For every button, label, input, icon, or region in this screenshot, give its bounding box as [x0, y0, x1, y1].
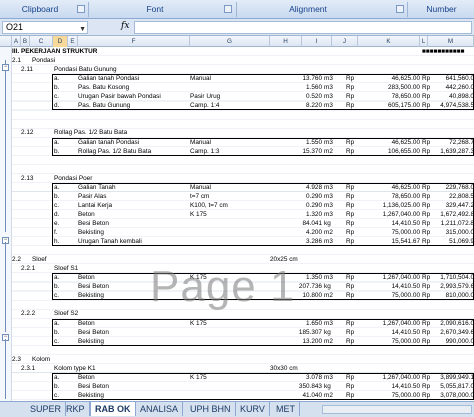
column-header-k[interactable]: K — [358, 36, 420, 47]
table-row: 2.3 Kolom — [12, 355, 474, 364]
tab-analisa[interactable]: ANALISA — [136, 402, 184, 416]
subgroup-number[interactable]: 2.13 — [21, 174, 51, 183]
dimension-note[interactable]: 30x30 cm — [270, 364, 322, 373]
alignment-launcher-icon[interactable] — [396, 5, 404, 13]
table-row — [12, 346, 474, 355]
table-row: 2.11 Pondasi Batu Gunung — [12, 65, 474, 74]
tab-rab-ok[interactable]: RAB OK — [90, 402, 136, 416]
sheet-tab-bar: SUPER RKP RAB OK ANALISA UPH BHN KURV ME… — [0, 401, 474, 417]
column-header-l[interactable]: L — [420, 36, 428, 47]
column-header-f[interactable]: F — [78, 36, 190, 47]
subgroup-number[interactable]: 2.2.2 — [21, 309, 51, 318]
font-launcher-icon[interactable] — [224, 5, 232, 13]
ribbon-group-clipboard[interactable]: Clipboard — [0, 3, 80, 16]
column-header-a[interactable]: A — [12, 36, 21, 47]
column-header-m[interactable]: M — [428, 36, 474, 47]
fill-marker: ■■■■■■■■■■■ — [422, 48, 465, 55]
ribbon-separator — [407, 2, 408, 17]
table-row — [12, 110, 474, 119]
worksheet-grid[interactable]: III. PEKERJAAN STRUKTUR ■■■■■■■■■■■ 2.1 Pond… — [12, 47, 474, 401]
subgroup-number[interactable]: 2.3.1 — [21, 364, 51, 373]
ribbon-group-alignment[interactable]: Alignment — [238, 3, 378, 16]
column-header-i[interactable]: I — [302, 36, 332, 47]
chevron-down-icon[interactable]: ▼ — [79, 24, 86, 35]
tab-super[interactable]: SUPER — [26, 402, 67, 416]
clipboard-launcher-icon[interactable] — [77, 5, 85, 13]
table-row: 2.1 Pondasi — [12, 56, 474, 65]
column-header-j[interactable]: J — [332, 36, 358, 47]
table-row: 2.3.1 Kolom type K1 30x30 cm — [12, 364, 474, 373]
group-number[interactable]: 2.2 — [12, 255, 24, 264]
section-title[interactable]: PEKERJAAN STRUKTUR — [21, 47, 221, 56]
page-break-watermark: Page 1 — [150, 262, 296, 311]
column-header-c[interactable]: C — [30, 36, 53, 47]
ribbon-group-font[interactable]: Font — [90, 3, 220, 16]
tab-kurv[interactable]: KURV — [236, 402, 270, 416]
tab-uph-bhn[interactable]: UPH BHN — [186, 402, 236, 416]
insert-function-icon[interactable]: fx — [121, 21, 129, 31]
item-block-border — [52, 182, 474, 247]
table-row: III. PEKERJAAN STRUKTUR ■■■■■■■■■■■ — [12, 47, 474, 56]
table-row: 2.13 Pondasi Poer — [12, 174, 474, 183]
table-row: 2.12 Rollag Pas. 1/2 Batu Bata — [12, 128, 474, 137]
name-box[interactable]: O21 ▼ — [2, 21, 88, 34]
subgroup-label[interactable]: Kolom type K1 — [54, 364, 204, 373]
column-header-bar: A B C D E F G H I J K L M — [0, 36, 474, 47]
formula-input[interactable] — [134, 21, 472, 34]
select-all-corner[interactable] — [0, 36, 12, 47]
item-block-border — [52, 74, 474, 111]
column-header-d[interactable]: D — [53, 36, 68, 47]
tab-met[interactable]: MET — [272, 402, 300, 416]
subgroup-number[interactable]: 2.11 — [21, 65, 51, 74]
ribbon-separator — [88, 2, 89, 17]
table-row — [12, 156, 474, 165]
column-header-g[interactable]: G — [190, 36, 270, 47]
collapse-group-icon[interactable]: − — [2, 64, 9, 71]
subgroup-label[interactable]: Pondasi Poer — [54, 174, 204, 183]
horizontal-scrollbar[interactable] — [322, 405, 472, 414]
ribbon-group-bar: Clipboard Font Alignment Number — [0, 0, 474, 19]
group-number[interactable]: 2.1 — [12, 56, 24, 65]
group-label[interactable]: Pondasi — [32, 56, 182, 65]
item-block-border — [52, 372, 474, 400]
table-row — [12, 246, 474, 255]
column-header-e[interactable]: E — [68, 36, 78, 47]
group-number[interactable]: 2.3 — [12, 355, 24, 364]
group-label[interactable]: Kolom — [32, 355, 182, 364]
column-header-h[interactable]: H — [270, 36, 302, 47]
outline-bracket — [5, 242, 6, 332]
outline-group-bar: − − − — [0, 47, 12, 401]
column-header-b[interactable]: B — [21, 36, 30, 47]
item-block-border — [52, 137, 474, 156]
outline-bracket — [5, 60, 6, 232]
table-row — [12, 119, 474, 128]
outline-bracket — [5, 339, 6, 399]
tab-rkp[interactable]: RKP — [62, 402, 90, 416]
subgroup-number[interactable]: 2.2.1 — [21, 264, 51, 273]
ribbon-separator — [236, 2, 237, 17]
name-box-value: O21 — [6, 22, 24, 32]
ribbon-group-number[interactable]: Number — [409, 3, 474, 16]
table-row — [12, 165, 474, 174]
formula-bar: O21 ▼ fx — [0, 19, 474, 36]
item-block-border — [52, 318, 474, 346]
subgroup-label[interactable]: Pondasi Batu Gunung — [54, 65, 204, 74]
subgroup-label[interactable]: Rollag Pas. 1/2 Batu Bata — [54, 128, 204, 137]
subgroup-number[interactable]: 2.12 — [21, 128, 51, 137]
